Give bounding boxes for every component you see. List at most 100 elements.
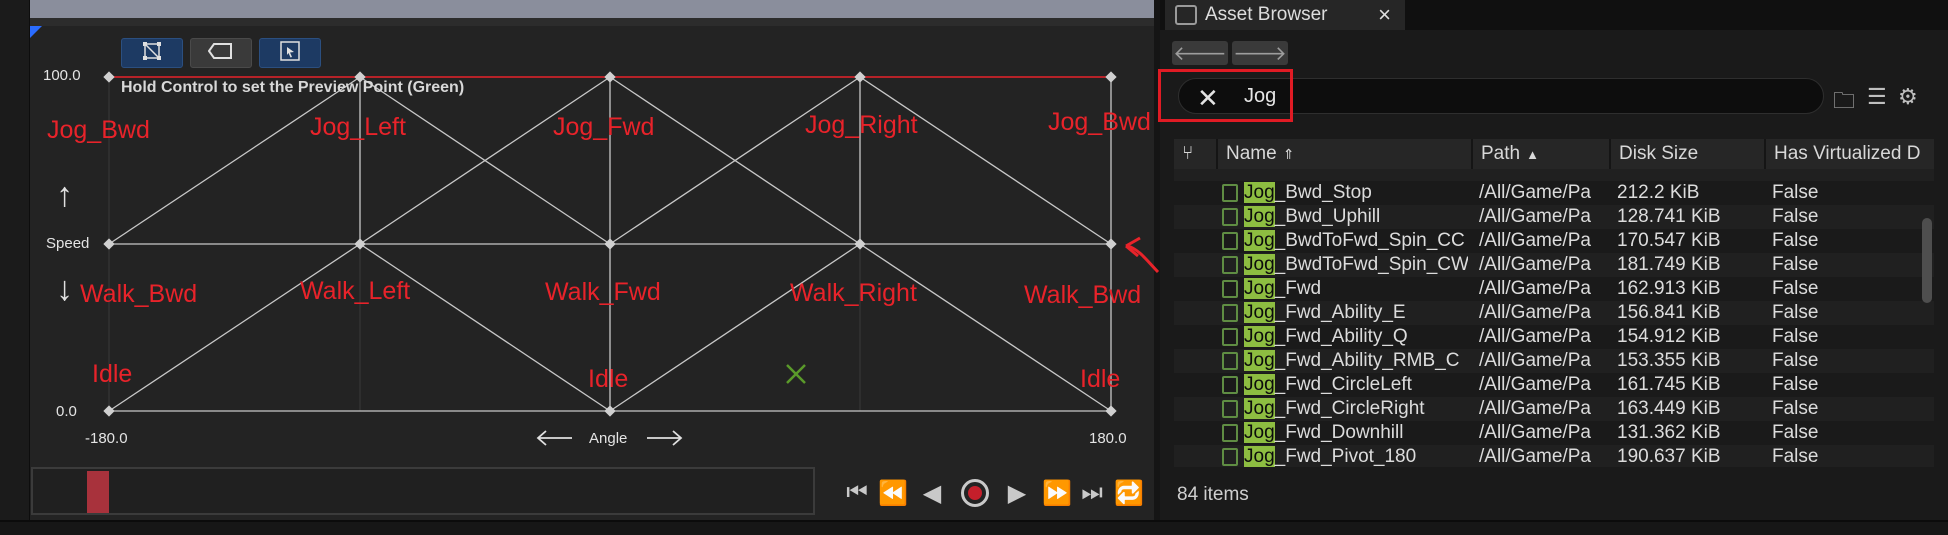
- table-row[interactable]: Jog_Fwd/All/Game/Pa 162.913 KiB False: [1174, 277, 1934, 301]
- asset-disk-size: 128.741 KiB: [1617, 206, 1721, 227]
- asset-path: /All/Game/Pa: [1479, 278, 1591, 299]
- item-count: 84 items: [1177, 484, 1249, 505]
- folder-icon[interactable]: 🗀: [1833, 84, 1855, 122]
- arrow-up-icon: ↑: [56, 176, 73, 214]
- asset-name-rest: _BwdToFwd_Spin_CC: [1274, 230, 1465, 251]
- table-row[interactable]: Jog_Bwd_Stop/All/Game/Pa 212.2 KiB False: [1174, 181, 1934, 205]
- branch-column[interactable]: ⑂: [1174, 139, 1216, 169]
- table-row[interactable]: Jog_Fwd_Ability_E/All/Game/Pa 156.841 KiB…: [1174, 301, 1934, 325]
- asset-path: /All/Game/Pa: [1479, 182, 1591, 203]
- y-axis-label: Speed: [46, 235, 90, 252]
- asset-browser-icon: [1175, 5, 1197, 25]
- table-row[interactable]: Jog_Fwd_Downhill/All/Game/Pa 131.362 KiB F…: [1174, 421, 1934, 445]
- asset-path: /All/Game/Pa: [1479, 374, 1591, 395]
- search-match: Jog: [1244, 230, 1275, 251]
- asset-disk-size: 154.912 KiB: [1617, 326, 1721, 347]
- asset-list[interactable]: Jog_Bwd_Stop/All/Game/Pa 212.2 KiB False Jo…: [1174, 169, 1934, 467]
- arrow-left-icon: 🡐: [1173, 42, 1227, 65]
- search-match: Jog: [1244, 350, 1275, 371]
- step-forward-button[interactable]: ⏩: [1040, 476, 1074, 510]
- asset-name-rest: _Fwd_Downhill: [1274, 422, 1404, 443]
- scrollbar[interactable]: [1922, 218, 1932, 303]
- asset-name: Jog_Fwd_Ability_RMB_C: [1244, 349, 1468, 373]
- asset-path: /All/Game/Pa: [1479, 446, 1591, 467]
- table-row[interactable]: Jog_Fwd_Ability_RMB_C/All/Game/Pa 153.355…: [1174, 349, 1934, 373]
- column-path-label: Path: [1481, 143, 1521, 164]
- asset-name: Jog_Fwd_Ability_Q: [1244, 325, 1468, 349]
- status-bar: [0, 520, 1948, 535]
- asset-path: /All/Game/Pa: [1479, 302, 1591, 323]
- column-virtualized[interactable]: Has Virtualized D: [1764, 139, 1934, 169]
- asset-virtualized: False: [1772, 230, 1819, 251]
- asset-virtualized: False: [1772, 374, 1819, 395]
- search-match: Jog: [1244, 326, 1275, 347]
- annotation-walk-right: Walk_Right: [790, 279, 917, 307]
- annotation-jog-bwd-right: Jog_Bwd: [1048, 108, 1151, 136]
- playhead[interactable]: [87, 471, 109, 513]
- annotation-walk-left: Walk_Left: [300, 277, 411, 305]
- back-button[interactable]: 🡐: [1172, 41, 1228, 65]
- asset-disk-size: 156.841 KiB: [1617, 302, 1721, 323]
- table-row[interactable]: Jog_BwdToFwd_Spin_CW/All/Game/Pa 181.749 …: [1174, 253, 1934, 277]
- loop-button[interactable]: 🔁: [1112, 476, 1146, 510]
- asset-name: Jog_Bwd_Uphill: [1244, 205, 1468, 229]
- sort-icon: ⇑: [1282, 145, 1295, 162]
- play-icon: ▶: [1007, 479, 1027, 507]
- search-match: Jog: [1244, 182, 1275, 203]
- skip-to-end-button[interactable]: ⏭: [1075, 476, 1109, 510]
- asset-name-rest: _Fwd_Ability_Q: [1274, 326, 1408, 347]
- asset-name-rest: _Fwd_Ability_RMB_C: [1274, 350, 1460, 371]
- asset-name: Jog_Fwd: [1244, 277, 1468, 301]
- play-reverse-button[interactable]: ◀: [915, 476, 949, 510]
- timeline-scrubber[interactable]: [31, 467, 815, 515]
- record-button[interactable]: [958, 476, 992, 510]
- animation-asset-icon: [1222, 256, 1238, 274]
- asset-name-rest: _Fwd_CircleLeft: [1274, 374, 1412, 395]
- animation-asset-icon: [1222, 424, 1238, 442]
- table-row[interactable]: Jog_Fwd_Ability_Q/All/Game/Pa 154.912 KiB…: [1174, 325, 1934, 349]
- step-back-icon: ⏪: [878, 479, 908, 507]
- tab-asset-browser[interactable]: Asset Browser ×: [1165, 0, 1405, 30]
- asset-name: Jog_Bwd_Stop: [1244, 181, 1468, 205]
- asset-name: Jog_Fwd_Ability_E: [1244, 301, 1468, 325]
- column-path[interactable]: Path ▲: [1471, 139, 1609, 169]
- skip-to-start-icon: ⏮: [846, 479, 868, 506]
- asset-name: Jog_Fwd_Pivot_180: [1244, 445, 1468, 467]
- asset-disk-size: 181.749 KiB: [1617, 254, 1721, 275]
- close-icon[interactable]: ×: [1378, 2, 1391, 28]
- table-row[interactable]: Jog_Bwd_Uphill/All/Game/Pa 128.741 KiB Fal…: [1174, 205, 1934, 229]
- asset-disk-size: 161.745 KiB: [1617, 374, 1721, 395]
- forward-button[interactable]: 🡒: [1232, 41, 1288, 65]
- arrow-down-icon: ↓: [56, 270, 73, 308]
- asset-name: Jog_Fwd_CircleRight: [1244, 397, 1468, 421]
- table-row[interactable]: Jog_Fwd_CircleRight/All/Game/Pa 163.449 K…: [1174, 397, 1934, 421]
- filter-icon[interactable]: ☰: [1867, 84, 1887, 110]
- animation-asset-icon: [1222, 280, 1238, 298]
- annotation-idle-left: Idle: [92, 360, 133, 388]
- table-row[interactable]: Jog_Fwd_Pivot_180/All/Game/Pa 190.637 KiB…: [1174, 445, 1934, 467]
- annotation-idle-center: Idle: [588, 365, 629, 393]
- table-header: ⑂ Name ⇑ Path ▲ Disk Size Has Virtualized …: [1174, 139, 1934, 169]
- search-match: Jog: [1244, 422, 1275, 443]
- settings-icon[interactable]: ⚙: [1898, 84, 1918, 110]
- table-row[interactable]: Jog_Fwd_CircleLeft/All/Game/Pa 161.745 Ki…: [1174, 373, 1934, 397]
- arrow-right-icon: 🡒: [1233, 42, 1287, 65]
- column-disk-size[interactable]: Disk Size: [1609, 139, 1764, 169]
- search-match: Jog: [1244, 302, 1275, 323]
- asset-disk-size: 131.362 KiB: [1617, 422, 1721, 443]
- preview-point-hint: Hold Control to set the Preview Point (G…: [121, 79, 465, 96]
- step-back-button[interactable]: ⏪: [876, 476, 910, 510]
- blendspace-graph[interactable]: [0, 0, 1160, 520]
- column-name[interactable]: Name ⇑: [1216, 139, 1471, 169]
- asset-name: Jog_Fwd_CircleLeft: [1244, 373, 1468, 397]
- sort-ascending-icon: ▲: [1526, 146, 1539, 162]
- play-button[interactable]: ▶: [1000, 476, 1034, 510]
- asset-virtualized: False: [1772, 446, 1819, 467]
- annotation-walk-fwd: Walk_Fwd: [545, 278, 661, 306]
- table-row[interactable]: Jog_BwdToFwd_Spin_CC/All/Game/Pa 170.547 …: [1174, 229, 1934, 253]
- play-reverse-icon: ◀: [922, 479, 942, 507]
- table-row[interactable]: [1174, 169, 1934, 181]
- annotation-jog-fwd: Jog_Fwd: [553, 113, 655, 141]
- asset-virtualized: False: [1772, 302, 1819, 323]
- skip-to-start-button[interactable]: ⏮: [840, 476, 874, 510]
